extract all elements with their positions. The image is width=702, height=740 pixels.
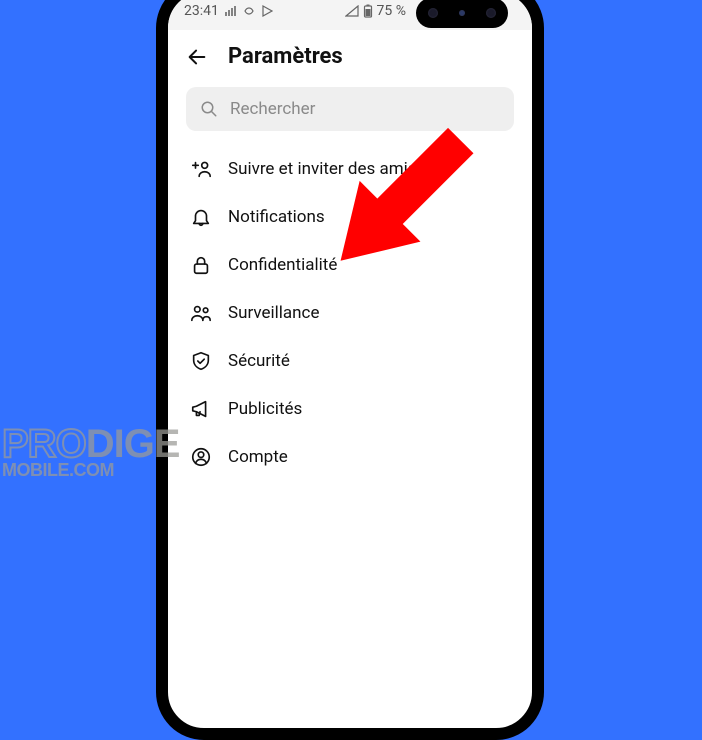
menu-item-label: Surveillance [228,303,319,323]
phone-frame: 23:41 75 % Paramètres Rechercher Suivre … [156,0,544,740]
add-user-icon [190,158,212,180]
bell-icon [190,206,212,228]
megaphone-icon [190,398,212,420]
watermark: PRODIGE MOBILE.COM [2,427,179,478]
menu-item-ads[interactable]: Publicités [168,385,532,433]
menu-item-account[interactable]: Compte [168,433,532,481]
menu-item-supervision[interactable]: Surveillance [168,289,532,337]
menu-item-notifications[interactable]: Notifications [168,193,532,241]
play-icon [261,5,273,17]
search-input[interactable]: Rechercher [186,87,514,131]
menu-item-privacy[interactable]: Confidentialité [168,241,532,289]
menu-item-label: Publicités [228,399,302,419]
status-time: 23:41 [184,3,219,19]
watermark-text-2: MOBILE.COM [2,463,179,478]
sound-icon [243,5,255,17]
lock-icon [190,254,212,276]
watermark-text-a: PRO [2,427,86,461]
menu-item-label: Compte [228,447,288,467]
menu-item-label: Sécurité [228,351,290,371]
people-icon [190,302,212,324]
menu-item-security[interactable]: Sécurité [168,337,532,385]
settings-list: Suivre et inviter des amis Notifications… [168,145,532,481]
menu-item-label: Notifications [228,207,325,227]
header: Paramètres [168,30,532,87]
battery-icon [363,4,373,18]
back-button[interactable] [186,46,208,68]
status-battery: 75 % [377,3,406,19]
shield-icon [190,350,212,372]
user-icon [190,446,212,468]
lte-icon [225,5,237,17]
menu-item-label: Confidentialité [228,255,337,275]
menu-item-label: Suivre et inviter des amis [228,159,417,179]
page-title: Paramètres [228,44,343,69]
signal-icon [345,5,359,17]
search-icon [200,100,218,118]
search-placeholder: Rechercher [230,99,315,119]
menu-item-follow-invite[interactable]: Suivre et inviter des amis [168,145,532,193]
camera-cutout [416,0,508,28]
